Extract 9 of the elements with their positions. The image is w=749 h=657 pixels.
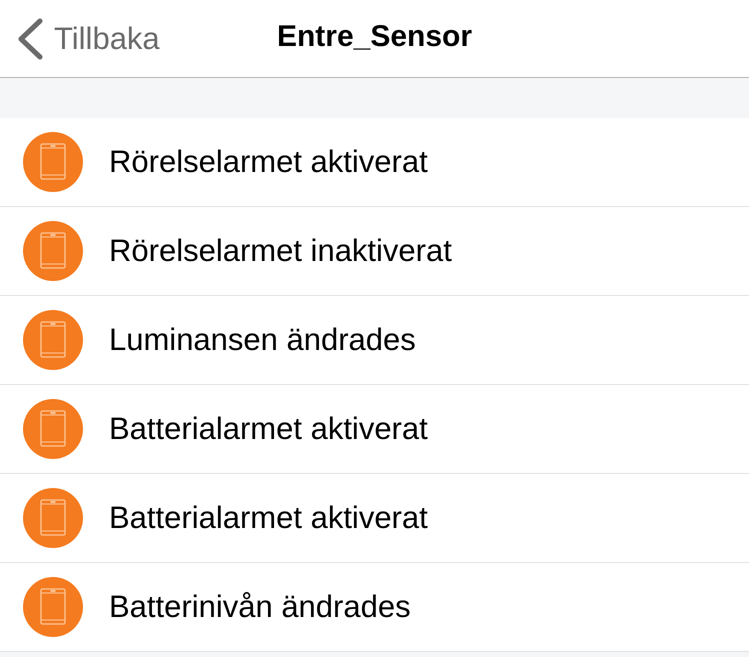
device-icon xyxy=(23,310,83,370)
device-icon xyxy=(23,577,83,637)
page-title: Entre_Sensor xyxy=(276,20,472,54)
device-icon xyxy=(23,221,83,281)
device-icon xyxy=(23,132,83,192)
device-icon xyxy=(23,399,83,459)
device-icon xyxy=(23,488,83,548)
back-button[interactable]: Tillbaka xyxy=(16,0,160,77)
back-chevron-icon xyxy=(16,18,44,60)
